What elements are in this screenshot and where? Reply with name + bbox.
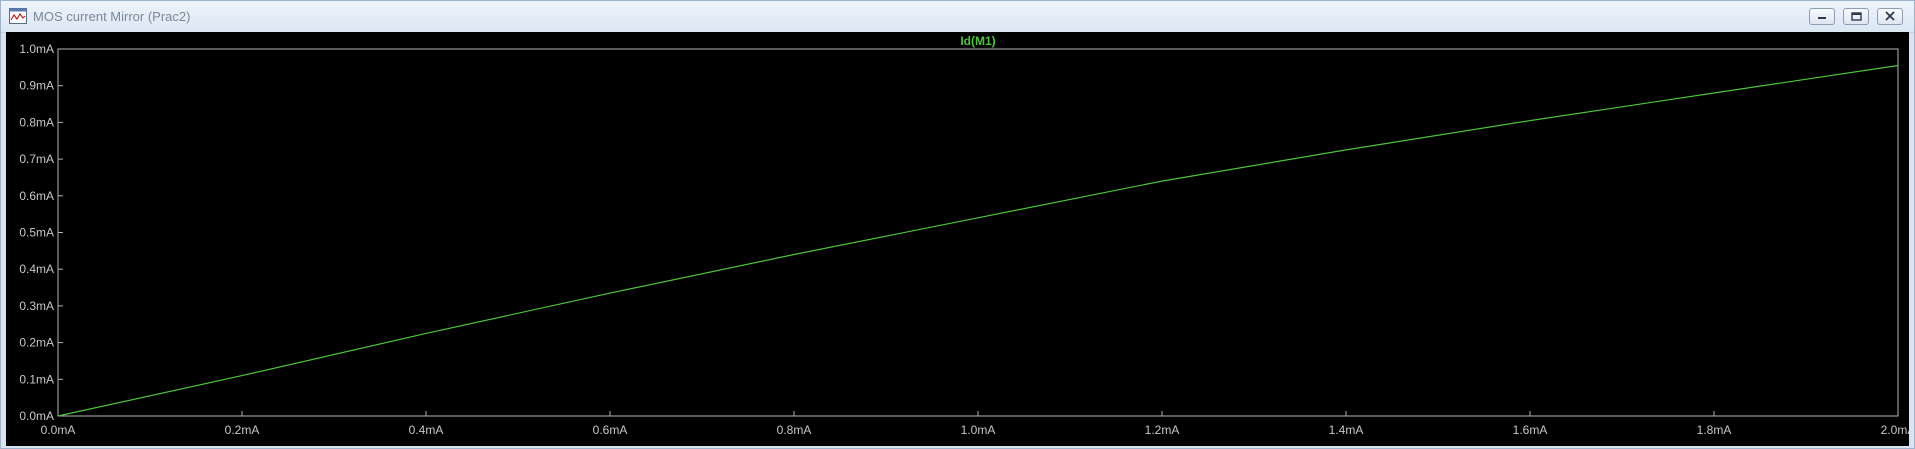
y-tick-label: 0.8mA [19, 115, 54, 129]
x-tick-label: 1.0mA [961, 423, 996, 437]
y-tick-label: 0.7mA [19, 152, 54, 166]
close-icon [1885, 11, 1895, 21]
x-tick-label: 1.8mA [1697, 423, 1732, 437]
x-tick-label: 0.4mA [409, 423, 444, 437]
y-tick-label: 0.3mA [19, 299, 54, 313]
waveform-window-icon [9, 8, 27, 24]
restore-icon [1851, 12, 1862, 21]
waveform-window: MOS current Mirror (Prac2) 0.0mA 0.2mA 0.4… [0, 0, 1915, 449]
window-title: MOS current Mirror (Prac2) [33, 9, 191, 24]
y-tick-label: 1.0mA [19, 42, 54, 56]
minimize-button[interactable] [1809, 8, 1835, 25]
y-tick-label: 0.4mA [19, 262, 54, 276]
x-tick-label: 2.0mA [1881, 423, 1909, 437]
x-tick-label: 1.2mA [1145, 423, 1180, 437]
close-button[interactable] [1877, 8, 1903, 25]
x-tick-label: 0.8mA [777, 423, 812, 437]
x-tick-label: 0.2mA [225, 423, 260, 437]
y-tick-label: 0.0mA [19, 409, 54, 423]
x-tick-label: 0.6mA [593, 423, 628, 437]
title-bar[interactable]: MOS current Mirror (Prac2) [1, 1, 1914, 33]
plot-canvas[interactable]: 0.0mA 0.2mA 0.4mA 0.6mA 0.8mA 1.0mA 1.2mA 1.4mA… [6, 32, 1909, 446]
y-tick-label: 0.2mA [19, 336, 54, 350]
y-tick-label: 0.6mA [19, 189, 54, 203]
minimize-icon [1818, 17, 1826, 19]
trace-label[interactable]: Id(M1) [960, 34, 995, 48]
plot-area[interactable]: 0.0mA 0.2mA 0.4mA 0.6mA 0.8mA 1.0mA 1.2mA 1.4mA… [6, 32, 1909, 446]
x-tick-label: 1.6mA [1513, 423, 1548, 437]
y-tick-label: 0.9mA [19, 79, 54, 93]
x-tick-label: 0.0mA [41, 423, 76, 437]
trace-line [57, 64, 1899, 417]
y-tick-label: 0.5mA [19, 226, 54, 240]
plot-border [57, 48, 1899, 417]
y-tick-label: 0.1mA [19, 372, 54, 386]
x-tick-label: 1.4mA [1329, 423, 1364, 437]
restore-button[interactable] [1843, 8, 1869, 25]
